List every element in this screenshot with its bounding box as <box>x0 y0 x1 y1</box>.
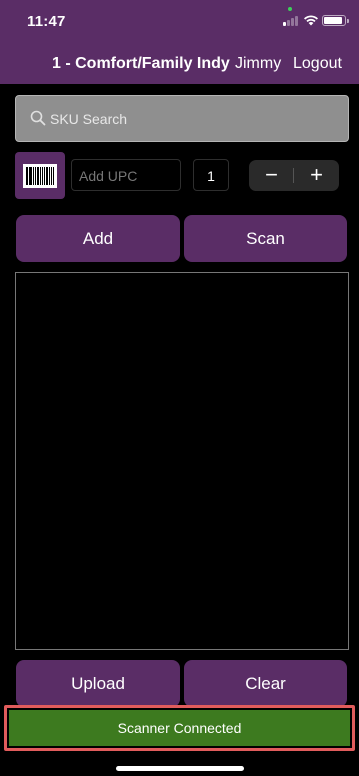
sku-search-input[interactable]: SKU Search <box>15 95 349 142</box>
privacy-indicator-icon <box>288 7 292 11</box>
battery-icon <box>322 15 349 26</box>
scanner-status-text: Scanner Connected <box>9 710 350 746</box>
scanner-status-banner: Scanner Connected <box>4 705 355 751</box>
decrement-button[interactable]: − <box>249 160 294 191</box>
store-title: 1 - Comfort/Family Indy <box>52 55 230 72</box>
clear-button[interactable]: Clear <box>184 660 347 707</box>
wifi-icon <box>304 15 318 26</box>
increment-button[interactable]: + <box>294 160 339 191</box>
app-header: 11:47 1 - Comfort/Family Indy Jimmy Logo… <box>0 0 359 84</box>
plus-icon: + <box>310 162 323 187</box>
cellular-signal-icon <box>283 15 299 26</box>
sku-search-placeholder: SKU Search <box>50 111 128 127</box>
logout-link[interactable]: Logout <box>293 55 342 73</box>
scanned-items-list[interactable] <box>15 272 349 650</box>
user-name[interactable]: Jimmy <box>235 55 281 73</box>
quantity-stepper: − + <box>249 160 339 191</box>
quantity-input[interactable]: 1 <box>193 159 229 191</box>
quantity-value: 1 <box>207 168 215 184</box>
status-bar: 11:47 <box>0 0 359 44</box>
scan-button[interactable]: Scan <box>184 215 347 262</box>
add-upc-input[interactable]: Add UPC <box>71 159 181 191</box>
minus-icon: − <box>265 162 278 187</box>
add-button[interactable]: Add <box>16 215 180 262</box>
home-indicator[interactable] <box>116 766 244 771</box>
search-icon <box>30 110 46 126</box>
upload-button[interactable]: Upload <box>16 660 180 707</box>
barcode-scan-button[interactable] <box>15 152 65 199</box>
barcode-icon <box>23 163 57 188</box>
add-upc-placeholder: Add UPC <box>79 168 138 184</box>
status-time: 11:47 <box>27 13 66 30</box>
